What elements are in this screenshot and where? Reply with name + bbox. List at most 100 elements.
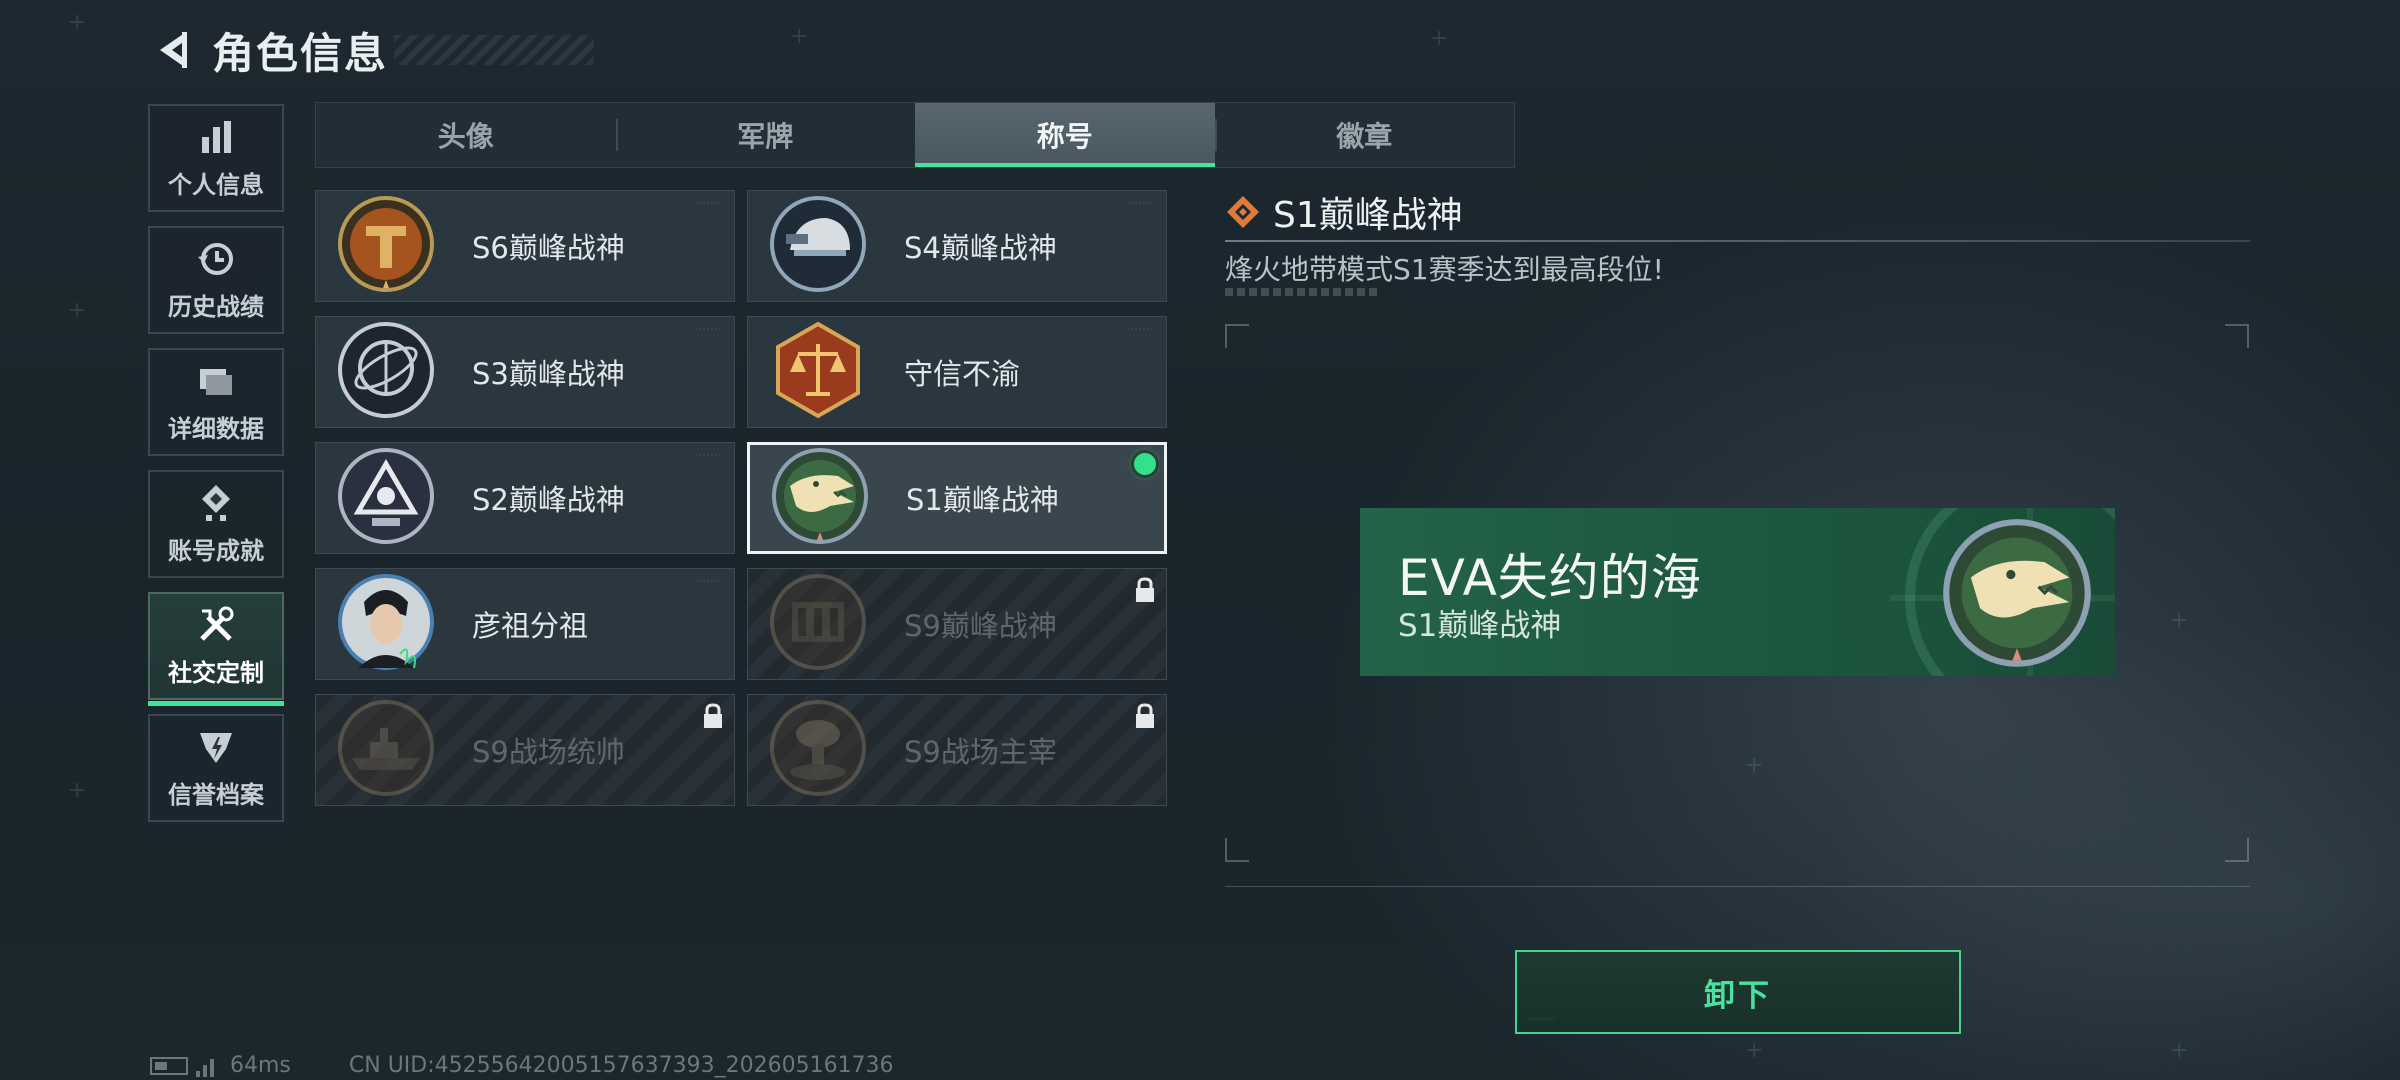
decor-cross: + bbox=[68, 778, 87, 803]
title-card[interactable]: ······· 守信不渝 bbox=[747, 316, 1167, 428]
lock-icon bbox=[1136, 577, 1154, 602]
s9-emblem-icon bbox=[770, 574, 866, 670]
crocodile-emblem-icon bbox=[772, 448, 868, 544]
title-card-locked[interactable]: S9战场主宰 bbox=[747, 694, 1167, 806]
title-card-locked[interactable]: S9巅峰战神 bbox=[747, 568, 1167, 680]
sidebar-item-personal-info[interactable]: 个人信息 bbox=[148, 104, 284, 212]
preview-frame-corner bbox=[2225, 324, 2249, 348]
sidebar-item-social-custom[interactable]: 社交定制 bbox=[148, 592, 284, 706]
bar-chart-icon bbox=[202, 120, 231, 153]
decor-cross: + bbox=[68, 10, 87, 35]
detail-divider bbox=[1225, 240, 2250, 242]
portrait-emblem-icon bbox=[338, 574, 434, 670]
uid-text: CN UID:45255642005157637393_202605161736 bbox=[348, 1053, 894, 1078]
page-title: 角色信息 bbox=[212, 28, 389, 78]
sidebar: 个人信息 历史战绩 详细数据 账号成就 社交定制 信誉档案 bbox=[148, 104, 284, 836]
sidebar-item-label: 历史战绩 bbox=[168, 292, 264, 321]
tab-badge[interactable]: 徽章 bbox=[1214, 103, 1515, 167]
title-card[interactable]: ······· S3巅峰战神 bbox=[315, 316, 735, 428]
sidebar-item-achievements[interactable]: 账号成就 bbox=[148, 470, 284, 578]
s3-emblem-icon bbox=[338, 322, 434, 418]
title-card-label: S3巅峰战神 bbox=[472, 357, 625, 391]
title-card-label: S1巅峰战神 bbox=[906, 483, 1059, 517]
unequip-button-label: 卸下 bbox=[1704, 977, 1772, 1014]
scales-emblem-icon bbox=[776, 321, 860, 419]
tools-icon bbox=[200, 606, 234, 641]
crocodile-emblem-icon bbox=[1943, 519, 2091, 667]
decor-cross: + bbox=[1430, 26, 1449, 51]
title-card-locked[interactable]: S9战场统帅 bbox=[315, 694, 735, 806]
card-serial-decor: ······· bbox=[1126, 325, 1154, 335]
title-card-label: 彦祖分祖 bbox=[472, 609, 589, 643]
detail-title: S1巅峰战神 bbox=[1273, 195, 1463, 236]
s4-emblem-icon bbox=[770, 196, 866, 292]
decor-cross: + bbox=[790, 24, 809, 49]
title-card-label: S6巅峰战神 bbox=[472, 231, 625, 265]
tab-title[interactable]: 称号 bbox=[915, 103, 1215, 167]
detail-description: 烽火地带模式S1赛季达到最高段位! bbox=[1225, 253, 1664, 286]
history-icon bbox=[198, 242, 233, 275]
sidebar-item-label: 个人信息 bbox=[168, 170, 264, 199]
card-serial-decor: ······· bbox=[694, 199, 722, 209]
credit-icon bbox=[200, 732, 232, 763]
title-card[interactable]: ······· S4巅峰战神 bbox=[747, 190, 1167, 302]
warship-emblem-icon bbox=[338, 700, 434, 796]
equipped-indicator bbox=[1134, 453, 1156, 475]
title-card-label: S9战场主宰 bbox=[904, 735, 1057, 769]
unequip-button[interactable]: 卸下 ·········· bbox=[1515, 950, 1961, 1034]
sidebar-item-label: 社交定制 bbox=[168, 658, 264, 687]
ping-value: 64ms bbox=[230, 1053, 291, 1078]
sidebar-item-label: 信誉档案 bbox=[168, 780, 264, 809]
detail-bottom-divider bbox=[1225, 886, 2250, 887]
title-decor-stripe bbox=[394, 35, 595, 65]
title-grid: ······· S6巅峰战神 ······· S4巅峰战神 ······· S3… bbox=[315, 190, 1167, 806]
title-card-label: S2巅峰战神 bbox=[472, 483, 625, 517]
decor-cross: + bbox=[2170, 608, 2189, 633]
sidebar-item-details[interactable]: 详细数据 bbox=[148, 348, 284, 456]
detail-header: S1巅峰战神 bbox=[1225, 186, 1463, 238]
back-button[interactable] bbox=[148, 26, 196, 74]
explosion-emblem-icon bbox=[770, 700, 866, 796]
detail-sub-decor bbox=[1225, 288, 1377, 296]
preview-frame-corner bbox=[1225, 838, 1249, 862]
preview-title-text: S1巅峰战神 bbox=[1398, 608, 1562, 644]
card-serial-decor: ······· bbox=[694, 577, 722, 587]
folder-icon bbox=[200, 368, 232, 395]
preview-frame-corner bbox=[2225, 838, 2249, 862]
decor-cross: + bbox=[1745, 753, 1764, 778]
tab-dogtag[interactable]: 军牌 bbox=[615, 103, 916, 167]
title-card-label: 守信不渝 bbox=[904, 357, 1021, 391]
achievement-icon bbox=[202, 484, 230, 521]
sidebar-item-credit[interactable]: 信誉档案 bbox=[148, 714, 284, 822]
status-footer: 64ms CN UID:45255642005157637393_2026051… bbox=[150, 1053, 894, 1078]
diamond-icon bbox=[1227, 196, 1259, 228]
title-card[interactable]: ······· S2巅峰战神 bbox=[315, 442, 735, 554]
battery-icon bbox=[150, 1056, 188, 1075]
button-decor-text: ·········· bbox=[1529, 1015, 1555, 1024]
title-preview-card: EVA失约的海 S1巅峰战神 bbox=[1360, 508, 2115, 676]
header: 角色信息 bbox=[148, 22, 595, 78]
lock-icon bbox=[1136, 703, 1154, 728]
s2-emblem-icon bbox=[338, 448, 434, 544]
title-card-label: S9战场统帅 bbox=[472, 735, 625, 769]
sidebar-item-label: 详细数据 bbox=[168, 414, 264, 443]
decor-cross: + bbox=[68, 298, 87, 323]
card-serial-decor: ······· bbox=[694, 451, 722, 461]
tab-avatar[interactable]: 头像 bbox=[316, 103, 616, 167]
card-serial-decor: ······· bbox=[1126, 199, 1154, 209]
sidebar-item-history[interactable]: 历史战绩 bbox=[148, 226, 284, 334]
title-card-selected[interactable]: S1巅峰战神 bbox=[747, 442, 1167, 554]
signal-icon bbox=[196, 1055, 214, 1077]
title-card[interactable]: ······· 彦祖分祖 bbox=[315, 568, 735, 680]
card-serial-decor: ······· bbox=[694, 325, 722, 335]
title-card[interactable]: ······· S6巅峰战神 bbox=[315, 190, 735, 302]
title-card-label: S4巅峰战神 bbox=[904, 231, 1057, 265]
tab-bar: 头像 军牌 称号 徽章 bbox=[315, 102, 1515, 168]
s6-emblem-icon bbox=[338, 196, 434, 292]
lock-icon bbox=[704, 703, 722, 728]
sidebar-item-label: 账号成就 bbox=[168, 536, 264, 565]
back-arrow-icon bbox=[160, 32, 187, 68]
title-card-label: S9巅峰战神 bbox=[904, 609, 1057, 643]
decor-cross: + bbox=[1745, 1038, 1764, 1063]
decor-cross: + bbox=[2170, 1038, 2189, 1063]
